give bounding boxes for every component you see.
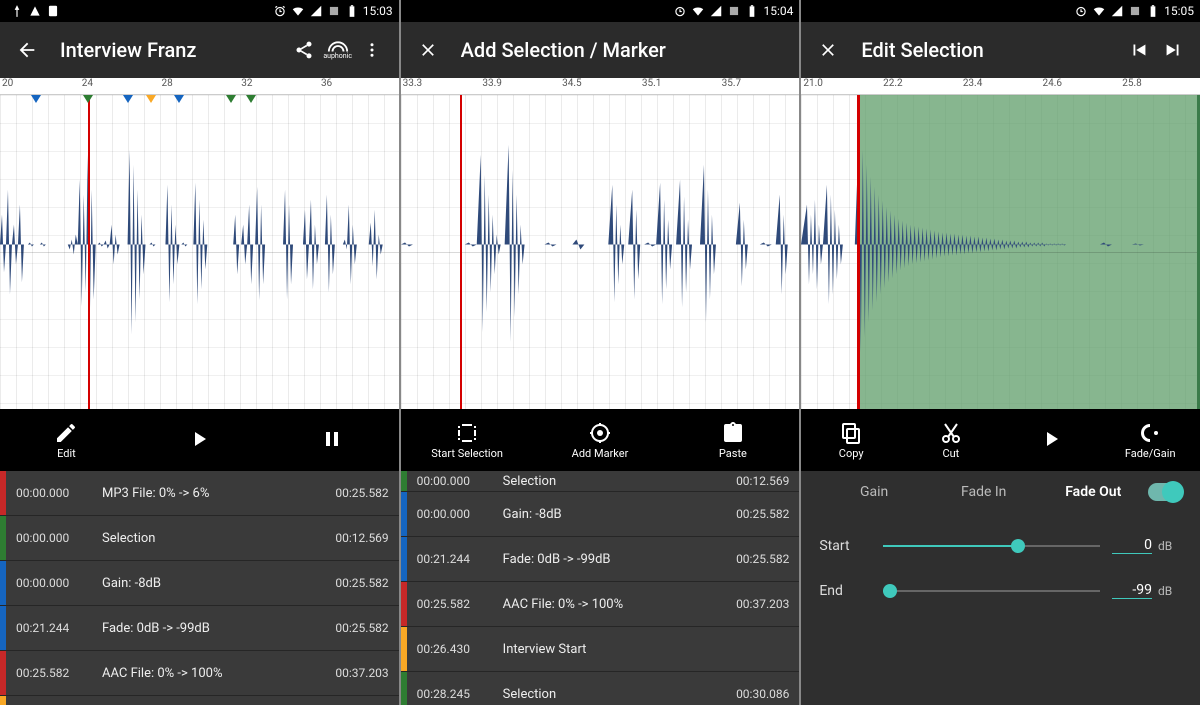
cut-button[interactable]: Cut [901, 409, 1001, 471]
list-item[interactable]: 00:26.430Interview Start [401, 627, 800, 672]
battery-icon [345, 4, 359, 18]
share-button[interactable] [287, 33, 321, 67]
app-bar: Edit Selection [801, 22, 1200, 78]
fade-gain-panel: Gain Fade In Fade Out Start 0 dB End -99… [801, 471, 1200, 705]
app-bar: Interview Franz auphonic [0, 22, 399, 78]
clock: 15:04 [763, 4, 793, 18]
play-button[interactable] [133, 409, 266, 471]
start-value[interactable]: 0 [1112, 537, 1152, 554]
wifi-icon [691, 4, 705, 18]
end-label: End [819, 583, 871, 599]
app-bar: Add Selection / Marker [401, 22, 800, 78]
battery-icon [1146, 4, 1160, 18]
add-marker-button[interactable]: Add Marker [534, 409, 667, 471]
overflow-button[interactable] [355, 33, 389, 67]
paste-button[interactable]: Paste [666, 409, 799, 471]
auphonic-button[interactable]: auphonic [321, 33, 355, 67]
waveform-area[interactable] [801, 95, 1200, 409]
status-icon [28, 4, 42, 18]
wifi-icon [1092, 4, 1106, 18]
tab-fade-out[interactable]: Fade Out [1038, 484, 1148, 500]
alarm-icon [1074, 4, 1088, 18]
playhead[interactable] [460, 95, 462, 409]
list-item[interactable]: 00:00.000Selection00:12.569 [0, 516, 399, 561]
playhead[interactable] [88, 95, 90, 409]
screen-2: 15:04 Add Selection / Marker 33.333.934.… [401, 0, 800, 705]
list-item[interactable]: 00:00.000Gain: -8dB00:25.582 [0, 561, 399, 606]
page-title: Edit Selection [861, 38, 1122, 62]
clock: 15:03 [363, 4, 393, 18]
signal-icon [309, 4, 323, 18]
waveform [0, 95, 399, 394]
tab-fade-in[interactable]: Fade In [929, 484, 1039, 500]
pause-button[interactable] [266, 409, 399, 471]
status-icon [327, 4, 341, 18]
tool-bar: Start Selection Add Marker Paste [401, 409, 800, 471]
selection-start-handle[interactable] [857, 95, 860, 409]
tab-gain[interactable]: Gain [819, 484, 929, 500]
status-bar: 15:04 [401, 0, 800, 22]
timeline-ruler: 33.333.934.535.135.7 [401, 78, 800, 95]
alarm-icon [673, 4, 687, 18]
start-label: Start [819, 538, 871, 554]
screen-3: 15:05 Edit Selection 21.022.223.424.625.… [801, 0, 1200, 705]
waveform [801, 95, 1200, 394]
screen-1: 15:03 Interview Franz auphonic 202428323… [0, 0, 399, 705]
unit-label: dB [1152, 539, 1182, 553]
list-item[interactable]: 00:00.000MP3 File: 0% -> 6%00:25.582 [0, 471, 399, 516]
end-value[interactable]: -99 [1112, 582, 1152, 599]
edit-button[interactable]: Edit [0, 409, 133, 471]
signal-icon [709, 4, 723, 18]
play-button[interactable] [1001, 409, 1101, 471]
start-slider[interactable] [883, 545, 1100, 547]
close-button[interactable] [411, 33, 445, 67]
alarm-icon [273, 4, 287, 18]
status-icon [46, 4, 60, 18]
waveform-area[interactable] [401, 95, 800, 409]
fade-toggle[interactable] [1148, 483, 1182, 501]
signal-icon [1110, 4, 1124, 18]
timeline-ruler: 21.022.223.424.625.8 [801, 78, 1200, 95]
unit-label: dB [1152, 584, 1182, 598]
clock: 15:05 [1164, 4, 1194, 18]
end-slider[interactable] [883, 590, 1100, 592]
list-item[interactable]: 00:25.582AAC File: 0% -> 100%00:37.203 [401, 582, 800, 627]
battery-icon [745, 4, 759, 18]
copy-button[interactable]: Copy [801, 409, 901, 471]
start-selection-button[interactable]: Start Selection [401, 409, 534, 471]
close-button[interactable] [811, 33, 845, 67]
list-item[interactable]: 00:21.244Fade: 0dB -> -99dB00:25.582 [0, 606, 399, 651]
status-bar: 15:03 [0, 0, 399, 22]
list-item[interactable]: 00:28.245Selection00:30.086 [401, 672, 800, 705]
status-icon [727, 4, 741, 18]
end-slider-row: End -99 dB [819, 582, 1182, 599]
start-slider-row: Start 0 dB [819, 537, 1182, 554]
status-bar: 15:05 [801, 0, 1200, 22]
page-title: Interview Franz [60, 38, 287, 62]
status-icon [1128, 4, 1142, 18]
status-icon [10, 4, 24, 18]
go-to-end-button[interactable] [1156, 33, 1190, 67]
timeline-ruler: 2024283236 [0, 78, 399, 95]
fade-gain-button[interactable]: Fade/Gain [1100, 409, 1200, 471]
list-item[interactable]: 00:00.000Gain: -8dB00:25.582 [401, 492, 800, 537]
list-item[interactable]: 00:25.582AAC File: 0% -> 100%00:37.203 [0, 651, 399, 696]
marker-list[interactable]: 00:00.000Selection00:12.569 00:00.000Gai… [401, 471, 800, 705]
list-item[interactable]: 00:00.000Selection00:12.569 [401, 471, 800, 492]
back-button[interactable] [10, 33, 44, 67]
tool-bar: Copy Cut Fade/Gain [801, 409, 1200, 471]
list-item[interactable]: 00:21.244Fade: 0dB -> -99dB00:25.582 [401, 537, 800, 582]
go-to-start-button[interactable] [1122, 33, 1156, 67]
tool-bar: Edit [0, 409, 399, 471]
list-item[interactable] [0, 696, 399, 705]
page-title: Add Selection / Marker [461, 38, 790, 62]
fade-tabs: Gain Fade In Fade Out [819, 483, 1182, 501]
marker-list[interactable]: 00:00.000MP3 File: 0% -> 6%00:25.582 00:… [0, 471, 399, 705]
wifi-icon [291, 4, 305, 18]
waveform-area[interactable] [0, 95, 399, 409]
